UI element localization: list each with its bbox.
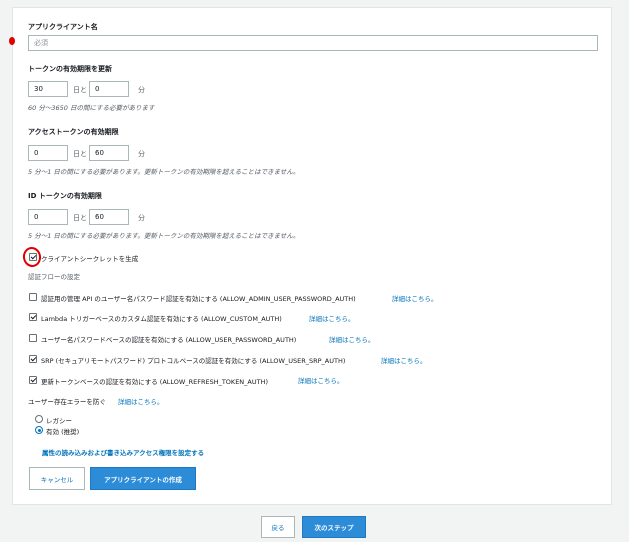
auth-flow-admin-label: 認証用の管理 API のユーザー名パスワード認証を有効にする (ALLOW_AD… bbox=[41, 295, 356, 303]
auth-flow-custom-label: Lambda トリガーベースのカスタム認証を有効にする (ALLOW_CUSTO… bbox=[41, 315, 282, 323]
generate-secret-label: クライアントシークレットを生成 bbox=[41, 255, 139, 263]
back-button[interactable]: 戻る bbox=[261, 516, 295, 538]
cancel-button[interactable]: キャンセル bbox=[29, 467, 85, 490]
auth-flow-custom-learn-more-link[interactable]: 詳細はこちら。 bbox=[309, 313, 355, 323]
create-app-client-button[interactable]: アプリクライアントの作成 bbox=[90, 467, 196, 490]
auth-flow-admin-checkbox[interactable] bbox=[29, 293, 37, 301]
auth-flow-refresh-learn-more-link[interactable]: 詳細はこちら。 bbox=[298, 375, 344, 385]
refresh-token-hint: 60 分～3650 日の間にする必要があります bbox=[28, 104, 155, 112]
id-token-days-unit: 日と bbox=[73, 214, 87, 222]
access-token-minutes-input[interactable] bbox=[89, 145, 129, 161]
radio-legacy-label: レガシー bbox=[46, 417, 72, 425]
id-token-minutes-unit: 分 bbox=[138, 214, 145, 222]
refresh-token-days-input[interactable] bbox=[28, 81, 68, 97]
form-panel: アプリクライアント名 トークンの有効期限を更新 日と 分 60 分～3650 日… bbox=[12, 7, 612, 505]
id-token-minutes-input[interactable] bbox=[89, 209, 129, 225]
auth-flow-user-password-label: ユーザー名パスワードベースの認証を有効にする (ALLOW_USER_PASSW… bbox=[41, 336, 297, 344]
client-name-input[interactable] bbox=[28, 35, 598, 51]
annotation-mark bbox=[9, 37, 15, 45]
auth-flow-user-password-learn-more-link[interactable]: 詳細はこちら。 bbox=[329, 334, 375, 344]
id-token-hint: 5 分～1 日の間にする必要があります。更新トークンの有効期限を超えることはでき… bbox=[28, 232, 300, 240]
access-token-label: アクセストークンの有効期限 bbox=[28, 128, 119, 136]
access-token-days-input[interactable] bbox=[28, 145, 68, 161]
refresh-token-minutes-input[interactable] bbox=[89, 81, 129, 97]
auth-flow-srp-label: SRP (セキュアリモートパスワード) プロトコルベースの認証を有効にする (A… bbox=[41, 357, 346, 365]
refresh-token-label: トークンの有効期限を更新 bbox=[28, 65, 112, 73]
client-name-label: アプリクライアント名 bbox=[28, 23, 98, 31]
prevent-errors-learn-more-link[interactable]: 詳細はこちら。 bbox=[118, 396, 164, 406]
auth-flow-srp-learn-more-link[interactable]: 詳細はこちら。 bbox=[381, 355, 427, 365]
auth-flow-custom-checkbox[interactable] bbox=[29, 313, 37, 321]
attribute-permissions-link[interactable]: 属性の読み込みおよび書き込みアクセス権限を設定する bbox=[42, 447, 204, 457]
access-token-days-unit: 日と bbox=[73, 150, 87, 158]
access-token-hint: 5 分～1 日の間にする必要があります。更新トークンの有効期限を超えることはでき… bbox=[28, 168, 300, 176]
refresh-token-minutes-unit: 分 bbox=[138, 86, 145, 94]
id-token-days-input[interactable] bbox=[28, 209, 68, 225]
refresh-token-days-unit: 日と bbox=[73, 86, 87, 94]
auth-flow-srp-checkbox[interactable] bbox=[29, 355, 37, 363]
id-token-label: ID トークンの有効期限 bbox=[28, 192, 102, 200]
auth-flow-user-password-checkbox[interactable] bbox=[29, 334, 37, 342]
access-token-minutes-unit: 分 bbox=[138, 150, 145, 158]
radio-enabled[interactable] bbox=[35, 426, 43, 434]
auth-flows-title: 認証フローの設定 bbox=[28, 273, 80, 281]
prevent-errors-title: ユーザー存在エラーを防ぐ bbox=[28, 398, 106, 406]
auth-flow-admin-learn-more-link[interactable]: 詳細はこちら。 bbox=[392, 293, 438, 303]
auth-flow-refresh-checkbox[interactable] bbox=[29, 376, 37, 384]
radio-enabled-label: 有効 (推奨) bbox=[46, 428, 80, 436]
auth-flow-refresh-label: 更新トークンベースの認証を有効にする (ALLOW_REFRESH_TOKEN_… bbox=[41, 378, 269, 386]
next-step-button[interactable]: 次のステップ bbox=[302, 516, 366, 538]
radio-legacy[interactable] bbox=[35, 415, 43, 423]
